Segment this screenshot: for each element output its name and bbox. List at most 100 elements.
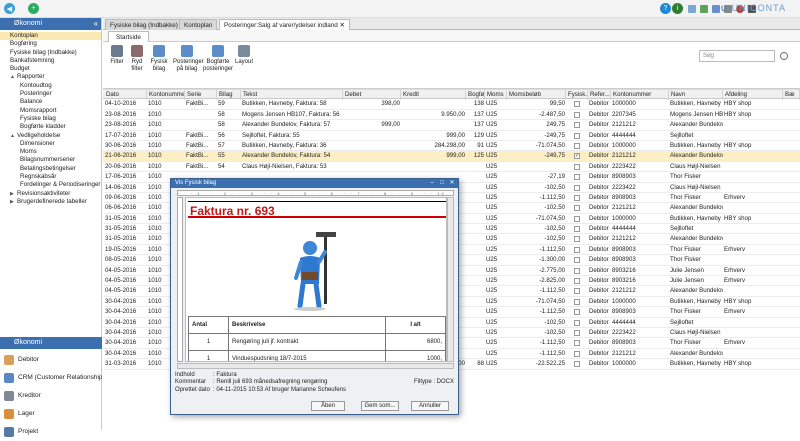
table-row[interactable]: 20-06-2016 1010 FaktBi... 54 Claus Højl-Niel… <box>103 162 800 173</box>
nav-item[interactable]: Fysiske bilag <box>0 115 101 123</box>
physical-voucher-checkbox[interactable] <box>574 205 580 212</box>
module-item[interactable]: CRM (Customer Relationship Ma <box>0 369 102 387</box>
table-cell: Alexander Bundelov <box>670 204 723 212</box>
nav-item[interactable]: Bankafstemning <box>0 57 101 65</box>
maximize-icon[interactable]: □ <box>438 179 446 187</box>
nav-item[interactable]: ▲ Vedligeholdelse <box>0 132 101 140</box>
table-row[interactable]: 04-10-2016 1010 FaktBi... 59 Butikken, Havne… <box>103 99 800 110</box>
nav-item[interactable]: Fordelinger & Periodiseringer <box>0 181 101 189</box>
physical-voucher-checkbox[interactable] <box>574 319 580 326</box>
physical-voucher-checkbox[interactable] <box>574 361 580 368</box>
export-icon[interactable] <box>700 5 708 13</box>
help-icon[interactable]: ? <box>660 3 671 14</box>
minimize-icon[interactable]: – <box>428 179 436 187</box>
nav-item[interactable]: ▶ Revisionsaktiviteter <box>0 190 101 198</box>
physical-voucher-button[interactable]: Fysisk bilag <box>148 45 170 73</box>
physical-voucher-checkbox[interactable] <box>574 329 580 336</box>
table-row[interactable]: 17-07-2016 1010 FaktBi... 56 Sejlloftet, Fak… <box>103 131 800 141</box>
close-icon[interactable]: ✕ <box>448 179 456 187</box>
physical-voucher-checkbox[interactable] <box>574 184 580 191</box>
physical-voucher-checkbox[interactable] <box>574 174 580 181</box>
nav-item[interactable]: ▶ Brugerdefinerede tabeller <box>0 198 101 206</box>
table-cell: 1010 <box>148 100 162 108</box>
nav-item[interactable]: ▲ Rapporter <box>0 73 101 81</box>
collapse-icon[interactable]: « <box>94 19 98 28</box>
document-tab[interactable]: Fysiske bilag (Indbakke) <box>105 19 183 30</box>
module-item[interactable]: Kreditor <box>0 387 102 405</box>
module-item[interactable]: Lager <box>0 405 102 423</box>
physical-voucher-checkbox[interactable] <box>574 215 580 222</box>
physical-voucher-checkbox[interactable] <box>574 111 580 118</box>
filter-button[interactable]: Filter <box>108 45 126 66</box>
physical-voucher-checkbox[interactable] <box>574 163 580 170</box>
nav-item[interactable]: Regnskabsår <box>0 173 101 181</box>
table-cell: -2.487,50 <box>539 110 565 118</box>
clear-filter-button[interactable]: Ryd filter <box>128 45 146 73</box>
nav-item[interactable]: Posteringer <box>0 90 101 98</box>
nav-item[interactable]: Bogføring <box>0 40 101 48</box>
nav-item[interactable]: Momsrapport <box>0 107 101 115</box>
table-row[interactable]: 30-06-2016 1010 FaktBi... 57 Butikken, Havne… <box>103 141 800 152</box>
back-icon[interactable]: ◀ <box>4 3 15 14</box>
vertical-scrollbar[interactable] <box>447 197 454 362</box>
document-tab[interactable]: Kontoplan <box>179 19 218 30</box>
table-cell: -102,50 <box>544 183 565 191</box>
module-item[interactable]: Projekt <box>0 423 102 441</box>
info-icon[interactable]: i <box>672 3 683 14</box>
nav-item[interactable]: Moms <box>0 148 101 156</box>
tab-startside[interactable]: Startside <box>108 31 149 42</box>
physical-voucher-checkbox[interactable] <box>574 288 580 295</box>
search-icon[interactable] <box>780 52 788 60</box>
expand-toggle-icon[interactable]: ▶ <box>10 190 17 198</box>
add-icon[interactable]: + <box>28 3 39 14</box>
document-tab[interactable]: Posteringer:Salg af varer/ydelser indlan… <box>219 19 350 30</box>
physical-voucher-checkbox[interactable] <box>574 350 580 357</box>
physical-voucher-checkbox[interactable] <box>574 101 580 108</box>
physical-voucher-checkbox[interactable] <box>574 257 580 264</box>
expand-toggle-icon[interactable]: ▲ <box>10 73 17 81</box>
physical-voucher-checkbox[interactable] <box>574 267 580 274</box>
table-cell: -1.112,50 <box>539 245 565 253</box>
search-input[interactable]: Søg <box>699 50 775 62</box>
open-button[interactable]: Åben <box>311 401 345 411</box>
physical-voucher-checkbox[interactable] <box>574 236 580 243</box>
nav-item[interactable]: Dimensioner <box>0 140 101 148</box>
print-icon[interactable] <box>688 5 696 13</box>
nav-item[interactable]: Budget <box>0 65 101 73</box>
physical-voucher-checkbox[interactable] <box>574 309 580 316</box>
expand-toggle-icon[interactable]: ▲ <box>10 132 17 140</box>
nav-item[interactable]: Fysiske bilag (Indbakke) <box>0 49 101 57</box>
horizontal-scrollbar[interactable] <box>177 363 454 369</box>
brand-logo: ∪ UNICONTA <box>720 3 786 13</box>
physical-voucher-checkbox[interactable] <box>574 122 580 129</box>
save-as-button[interactable]: Gem som... <box>361 401 399 411</box>
physical-voucher-checkbox[interactable] <box>574 226 580 233</box>
postings-on-voucher-button[interactable]: Posteringer på bilag <box>173 45 204 73</box>
cancel-button[interactable]: Annuller <box>411 401 449 411</box>
table-cell: Debitor <box>589 277 609 285</box>
nav-item[interactable]: Balance <box>0 98 101 106</box>
table-row[interactable]: 23-08-2016 1010 58 Alexander Bundelov, Fakt… <box>103 120 800 131</box>
nav-item[interactable]: Kontoudtog <box>0 82 101 90</box>
nav-item[interactable]: Kontoplan <box>0 32 101 41</box>
physical-voucher-checkbox[interactable] <box>574 246 580 253</box>
email-icon[interactable] <box>712 5 720 13</box>
module-item[interactable]: Debitor <box>0 351 102 369</box>
physical-voucher-checkbox[interactable] <box>574 340 580 347</box>
nav-item[interactable]: Bogførte kladder <box>0 123 101 131</box>
posted-postings-button[interactable]: Bogførte posteringer <box>203 45 233 73</box>
table-row[interactable]: 21-06-2016 1010 FaktBi... 55 Alexander Bunde… <box>103 151 800 162</box>
nav-item[interactable]: Bilagsnummerserier <box>0 156 101 164</box>
layout-button[interactable]: Layout <box>233 45 255 66</box>
expand-toggle-icon[interactable]: ▶ <box>10 198 17 206</box>
table-cell: 4444444 <box>612 225 636 233</box>
physical-voucher-checkbox[interactable] <box>574 278 580 285</box>
table-row[interactable]: 23-08-2016 1010 58 Mogens Jensen HB107, Fak… <box>103 110 800 121</box>
physical-voucher-checkbox[interactable] <box>574 298 580 305</box>
nav-item[interactable]: Betalingsbetingelser <box>0 165 101 173</box>
physical-voucher-checkbox[interactable] <box>574 194 580 201</box>
physical-voucher-checkbox[interactable]: ✓ <box>574 153 580 160</box>
physical-voucher-checkbox[interactable] <box>574 132 580 139</box>
physical-voucher-checkbox[interactable] <box>574 142 580 149</box>
close-tab-icon[interactable]: ✕ <box>338 22 345 29</box>
